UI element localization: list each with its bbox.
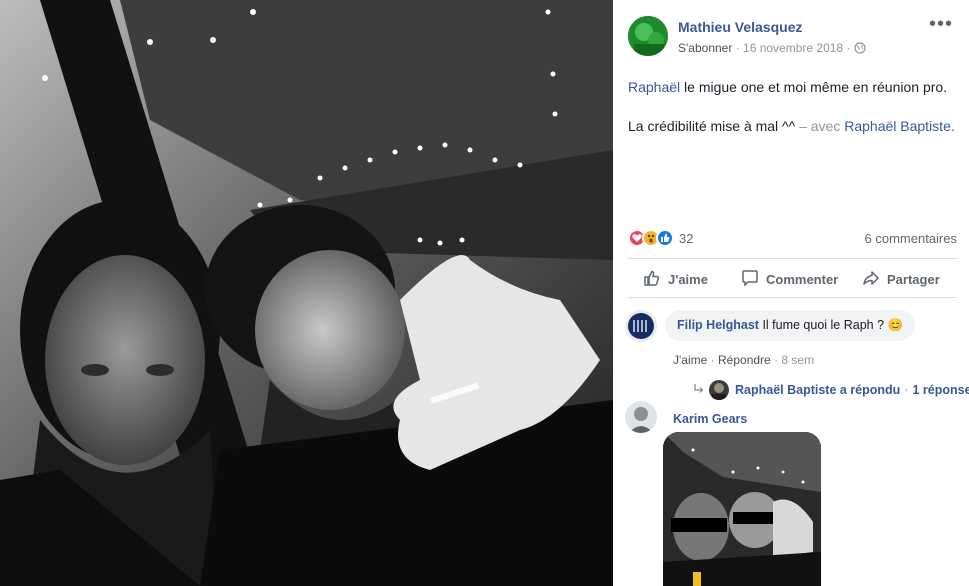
comment-text: Il fume quoi le Raph ? 😊 [762,318,904,332]
comment-filip: Filip Helghast Il fume quoi le Raph ? 😊 … [625,310,969,405]
post-text-line1: le migue one et moi même en réunion pro. [680,79,948,95]
more-options-button[interactable]: ••• [929,14,953,34]
reactions-summary: 32 6 commentaires [628,228,957,248]
action-bar: J'aime Commenter Partager [628,258,957,298]
post-meta: S'abonner · 16 novembre 2018 · [678,41,866,57]
comment-button[interactable]: Commenter [740,259,838,299]
comment-count[interactable]: 6 commentaires [865,231,957,246]
follow-link[interactable]: S'abonner [678,41,732,55]
post-panel: Mathieu Velasquez S'abonner · 16 novembr… [613,0,969,586]
thumbs-up-icon [642,268,668,291]
tagged-person-link[interactable]: Raphaël Baptiste [844,118,951,134]
comment-actions-dot-2: · [774,353,779,367]
commenter-avatar-karim[interactable] [625,401,657,433]
comment-actions-dot: · [710,353,715,367]
like-label: J'aime [668,271,708,287]
comment-bubble: Filip Helghast Il fume quoi le Raph ? 😊 [665,310,916,341]
reply-separator: · [904,383,909,397]
comments-section: Filip Helghast Il fume quoi le Raph ? 😊 … [613,299,969,586]
reply-summary: Raphaël Baptiste a répondu [735,383,901,397]
commenter-avatar[interactable] [625,310,657,342]
comment-actions: J'aime · Répondre · 8 sem [673,353,814,367]
comment-time[interactable]: 8 sem [781,353,814,367]
comment-label: Commenter [766,271,839,287]
commenter-name[interactable]: Filip Helghast [677,318,759,332]
with-prefix: – avec [795,118,845,134]
post-photo[interactable] [0,0,613,586]
replies-link[interactable]: Raphaël Baptiste a répondu · 1 réponse [693,380,969,400]
post-text: Raphaël le migue one et moi même en réun… [628,77,958,155]
meme-photo [663,432,821,586]
meta-separator-2: · [846,41,851,55]
meta-separator: · [735,41,740,55]
post-header: Mathieu Velasquez S'abonner · 16 novembr… [628,14,957,58]
reply-count: 1 réponse [912,383,969,397]
globe-icon [854,42,866,57]
share-label: Partager [887,271,940,287]
share-arrow-icon [861,268,887,291]
comment-bubble-icon [740,268,766,291]
with-suffix: . [950,118,955,134]
comment-reply-link[interactable]: Répondre [718,353,771,367]
selfie-photo [0,0,613,586]
commenter-name-karim[interactable]: Karim Gears [673,412,747,426]
share-button[interactable]: Partager [861,259,940,299]
reply-arrow-icon [693,383,705,398]
post-date[interactable]: 16 novembre 2018 [743,41,843,55]
comment-image[interactable] [663,432,821,586]
post-text-line2: La crédibilité mise à mal ^^ [628,118,796,134]
comment-like-link[interactable]: J'aime [673,353,707,367]
comment-karim: Karim Gears [625,401,957,586]
mention-raphael[interactable]: Raphaël [628,79,680,95]
replier-avatar [709,380,729,400]
reaction-count[interactable]: 32 [679,231,693,246]
like-icon [656,229,674,247]
like-button[interactable]: J'aime [642,259,708,299]
author-avatar[interactable] [628,16,668,56]
author-name[interactable]: Mathieu Velasquez [678,19,802,35]
